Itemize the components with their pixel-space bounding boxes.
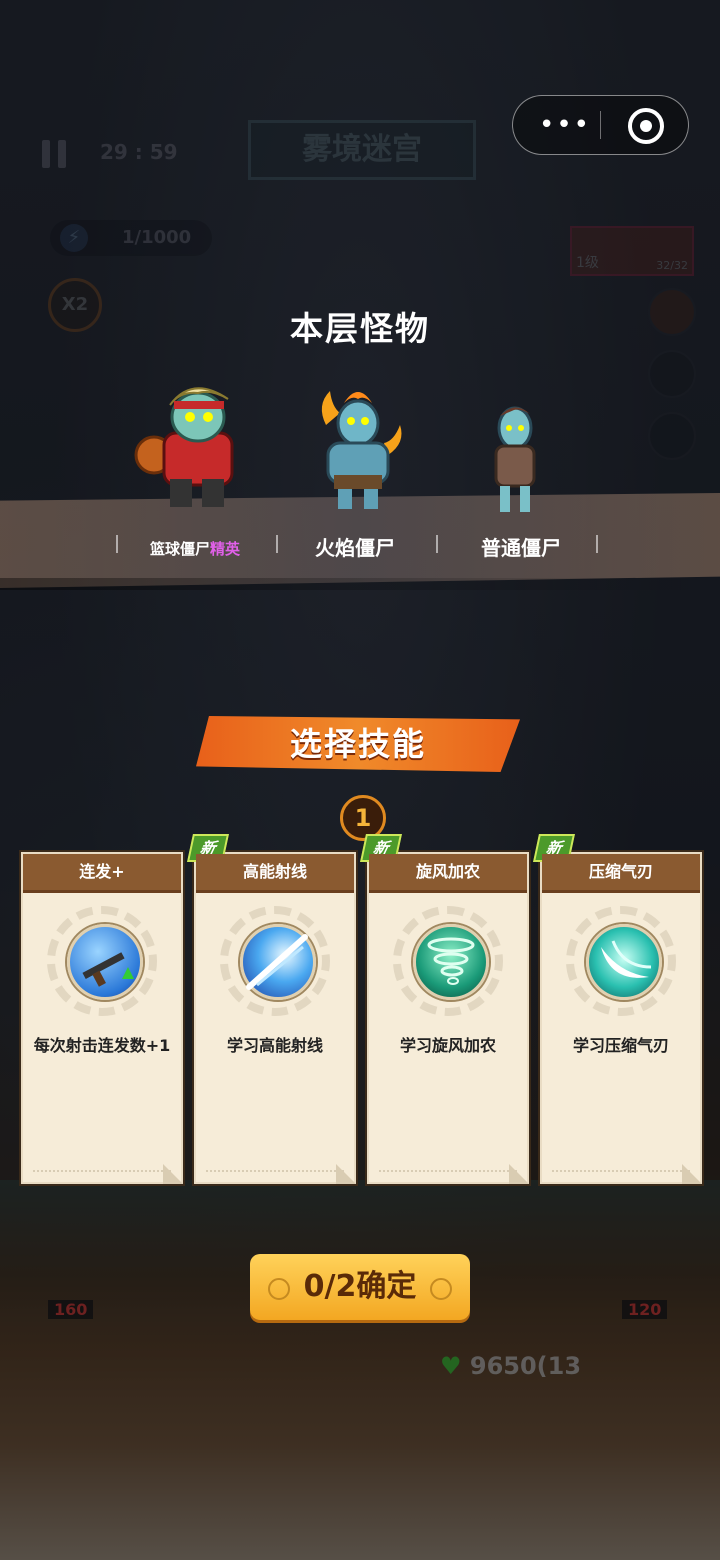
beam-icon [240, 924, 316, 1000]
monster-name-fire: 火焰僵尸 [315, 536, 395, 560]
modal-overlay [0, 0, 720, 1560]
more-icon[interactable]: ••• [539, 112, 591, 138]
card-footer-line [379, 1170, 517, 1174]
divider [436, 535, 438, 553]
divider [276, 535, 278, 553]
skill-card-title: 旋风加农 [369, 854, 527, 893]
page-curl [682, 1164, 702, 1184]
monster-name-normal: 普通僵尸 [481, 536, 561, 560]
skill-title: 选择技能 [289, 725, 426, 763]
divider [596, 535, 598, 553]
page-curl [163, 1164, 183, 1184]
skill-card-desc: 学习旋风加农 [399, 1036, 496, 1055]
skill-card-title: 高能射线 [196, 854, 354, 893]
normal-zombie-icon [494, 406, 536, 512]
close-target-icon[interactable] [628, 108, 664, 144]
air-blade-icon [586, 924, 662, 1000]
skill-card-title: 压缩气刃 [542, 854, 700, 893]
skill-card-burst[interactable]: 连发+ 每次射击连发数+1 [21, 852, 183, 1184]
monster-name-basketball: 篮球僵尸精英 [130, 538, 260, 559]
confirm-label: 0/2确定 [303, 1269, 417, 1304]
card-footer-line [206, 1170, 344, 1174]
basketball-zombie-icon [134, 387, 234, 507]
skill-card-desc: 学习高能射线 [226, 1036, 323, 1055]
band-shadow [0, 578, 720, 590]
ornament-icon [268, 1278, 290, 1300]
skill-card-tornado[interactable]: 新 旋风加农 学习旋风加农 [360, 834, 529, 1184]
rifle-icon [67, 924, 143, 1000]
miniprogram-capsule: ••• [512, 95, 689, 155]
skill-card-beam[interactable]: 新 高能射线 学习高能射线 [187, 834, 356, 1184]
confirm-button[interactable]: 0/2确定 [250, 1254, 470, 1320]
page-curl [336, 1164, 356, 1184]
skill-card-air-blade[interactable]: 新 压缩气刃 学习压缩气刃 [533, 834, 702, 1184]
elite-tag: 精英 [210, 540, 241, 558]
page-curl [509, 1164, 529, 1184]
card-footer-line [552, 1170, 690, 1174]
capsule-divider [600, 111, 601, 139]
fire-zombie-icon [321, 391, 402, 509]
divider [116, 535, 118, 553]
monster-name: 篮球僵尸 [149, 540, 210, 558]
skill-card-title: 连发+ [23, 854, 181, 893]
skill-card-desc: 每次射击连发数+1 [33, 1036, 171, 1055]
ornament-icon [430, 1278, 452, 1300]
card-footer-line [33, 1170, 171, 1174]
skill-card-desc: 学习压缩气刃 [572, 1036, 669, 1055]
floor-monsters-title: 本层怪物 [290, 309, 430, 348]
tornado-icon [413, 924, 489, 1000]
